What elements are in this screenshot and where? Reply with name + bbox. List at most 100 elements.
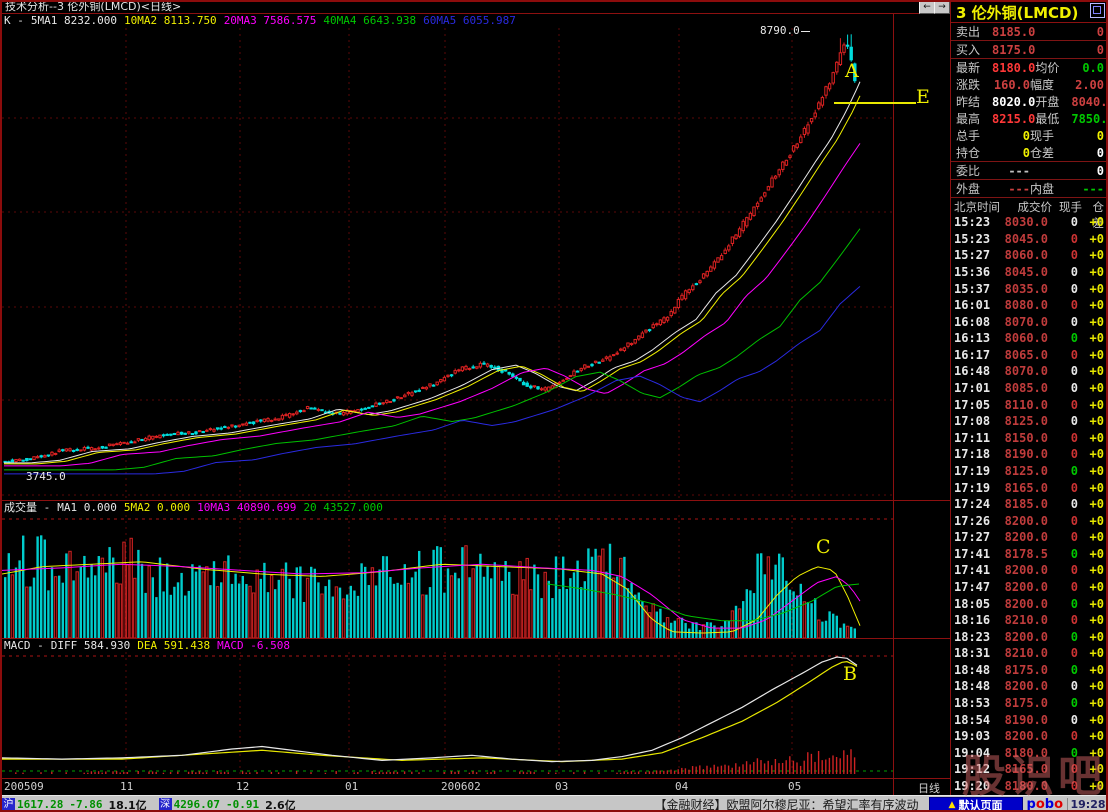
quote-label: 现手	[1030, 127, 1066, 144]
peak-pointer-line	[801, 31, 810, 32]
volume-chart[interactable]	[2, 515, 893, 638]
start-price-label: 3745.0	[26, 470, 66, 483]
pobo-logo: pobo	[1027, 797, 1064, 812]
x-axis-label: 200602	[441, 780, 481, 793]
price-scale: 8790.07796.56736.05675.54615.03554.41185…	[893, 13, 950, 778]
quote-value: ---	[992, 164, 1030, 178]
indicator-value: 10MA3 40890.699	[197, 501, 296, 514]
right-arrow-icon: →	[938, 2, 946, 12]
tick-row: 18:548190.00+0	[951, 711, 1108, 728]
tick-row: 17:198125.00+0	[951, 463, 1108, 480]
quote-row: 委比--- 0	[951, 162, 1108, 180]
maximize-icon[interactable]	[1090, 3, 1105, 18]
quote-label: 昨结	[956, 93, 992, 110]
tick-row: 19:128165.00+0	[951, 761, 1108, 778]
tick-row: 18:488200.00+0	[951, 678, 1108, 695]
quote-value: 0	[1066, 164, 1104, 178]
tick-row: 15:238030.00+0	[951, 214, 1108, 231]
quote-row: 买入8175.00	[951, 41, 1108, 59]
tick-row: 17:198165.00+0	[951, 479, 1108, 496]
back-arrow-button[interactable]: ←	[919, 1, 935, 14]
forward-arrow-button[interactable]: →	[934, 1, 950, 14]
quote-value: 160.0	[992, 78, 1030, 92]
tick-row: 17:418200.00+0	[951, 562, 1108, 579]
quote-value: 8040.0	[1071, 95, 1108, 109]
tick-row: 18:168210.00+0	[951, 612, 1108, 629]
tick-row: 19:208180.00+0	[951, 778, 1108, 795]
tick-row: 16:018080.00+0	[951, 297, 1108, 314]
peak-price-label: 8790.0	[760, 24, 800, 37]
tick-row: 15:378035.00+0	[951, 280, 1108, 297]
quote-row: 卖出8185.0 0	[951, 23, 1108, 41]
period-label: 日线	[918, 780, 940, 796]
quote-row: 最新8180.0均价0.0	[951, 59, 1108, 76]
quote-value: 7850.0	[1071, 112, 1108, 126]
quote-value: 0	[1071, 25, 1104, 39]
quote-label: 最低	[1035, 110, 1071, 127]
x-axis-label: 11	[120, 780, 133, 793]
tick-row: 17:278200.00+0	[951, 529, 1108, 546]
indicator-value: 5MA2 0.000	[124, 501, 190, 514]
quote-rows: 卖出8185.00买入8175.00最新8180.0均价0.0涨跌160.0幅度…	[951, 23, 1108, 196]
default-page-button[interactable]: ▲ 默认页面	[929, 797, 1023, 812]
macd-indicator-row: MACD -DIFF 584.930DEA 591.438MACD -6.508	[4, 639, 297, 652]
tick-row: 18:058200.00+0	[951, 595, 1108, 612]
tick-row: 19:038200.00+0	[951, 728, 1108, 745]
indicator-value: MACD -6.508	[217, 639, 290, 652]
x-axis-label: 05	[788, 780, 801, 793]
tick-table[interactable]: 北京时间成交价现手仓差 15:238030.00+015:238045.00+0…	[951, 197, 1108, 795]
news-ticker[interactable]: 【金融财经】欧盟阿尔穆尼亚：希望汇率有序波动	[306, 796, 929, 812]
indicator-value: 20 43527.000	[303, 501, 382, 514]
tick-row: 18:488175.00+0	[951, 662, 1108, 679]
shanghai-amount: 18.1亿	[108, 797, 146, 812]
tick-row: 17:018085.00+0	[951, 380, 1108, 397]
tick-row: 16:178065.00+0	[951, 347, 1108, 364]
tick-row: 16:088070.00+0	[951, 313, 1108, 330]
shenzhen-change: -0.91	[226, 798, 259, 811]
indicator-value: 60MA5 6055.987	[423, 14, 516, 27]
tick-row: 16:138060.00+0	[951, 330, 1108, 347]
indicator-prefix: MACD -	[4, 639, 44, 652]
trading-terminal-window: 技术分析--3 伦外铜(LMCD)<日线> ← → K -5MA1 8232.0…	[0, 0, 1108, 812]
triangle-icon: ▲	[949, 800, 956, 810]
quote-value: 0	[1066, 129, 1104, 143]
tick-row: 15:368045.00+0	[951, 264, 1108, 281]
quote-label: 涨跌	[956, 76, 992, 93]
indicator-prefix: 成交量 -	[4, 501, 50, 514]
tick-row: 18:238200.00+0	[951, 628, 1108, 645]
tick-row: 18:318210.00+0	[951, 645, 1108, 662]
macd-chart[interactable]	[2, 652, 893, 778]
tick-row: 17:118150.00+0	[951, 430, 1108, 447]
letter-annotation-B: B	[843, 663, 857, 685]
tick-row: 17:058110.00+0	[951, 396, 1108, 413]
tick-table-rows: 15:238030.00+015:238045.00+015:278060.00…	[951, 214, 1108, 794]
tick-row: 15:238045.00+0	[951, 231, 1108, 248]
quote-value: 8020.0	[992, 95, 1035, 109]
quote-row: 昨结8020.0开盘8040.0	[951, 93, 1108, 110]
quote-row: 外盘---内盘---	[951, 180, 1108, 198]
quote-row: 持仓0仓差0	[951, 144, 1108, 162]
shanghai-change: -7.86	[69, 798, 102, 811]
quote-value: 0	[1071, 43, 1104, 57]
quote-label: 委比	[956, 162, 992, 179]
quote-label: 仓差	[1030, 144, 1066, 161]
quote-value: 8185.0	[992, 25, 1035, 39]
letter-annotation-C: C	[816, 536, 831, 558]
quote-panel: 3 伦外铜(LMCD) 卖出8185.00买入8175.00最新8180.0均价…	[950, 0, 1108, 795]
tick-row: 17:268200.00+0	[951, 512, 1108, 529]
ma-indicator-row: K -5MA1 8232.00010MA2 8113.75020MA3 7586…	[4, 15, 890, 27]
x-axis-label: 01	[345, 780, 358, 793]
quote-value: 8215.0	[992, 112, 1035, 126]
tick-row: 19:048180.00+0	[951, 745, 1108, 762]
clock: 19:28	[1067, 798, 1108, 811]
indicator-value: 10MA2 8113.750	[124, 14, 217, 27]
tick-row: 15:278060.00+0	[951, 247, 1108, 264]
horizontal-marker-line-E	[834, 102, 916, 104]
shanghai-index: 1617.28	[17, 798, 63, 811]
quote-value: ---	[1066, 182, 1104, 196]
letter-annotation-E: E	[916, 86, 930, 108]
quote-value: 0	[992, 146, 1030, 160]
instrument-code: 3	[956, 4, 966, 22]
main-candlestick-chart[interactable]	[2, 28, 893, 500]
quote-label: 卖出	[956, 23, 992, 40]
